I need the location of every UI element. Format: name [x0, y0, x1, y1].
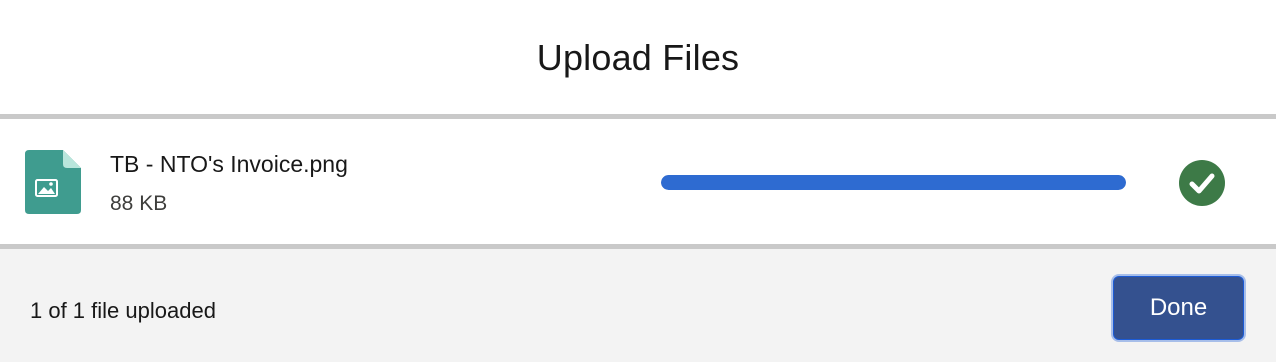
upload-progress-fill — [661, 175, 1126, 190]
upload-progress-bar — [661, 175, 1126, 190]
upload-files-modal: Upload Files TB - NTO's Invoice.png 88 K… — [0, 0, 1276, 362]
file-upload-row: TB - NTO's Invoice.png 88 KB — [0, 119, 1276, 244]
file-size: 88 KB — [110, 192, 168, 215]
modal-footer: 1 of 1 file uploaded Done — [0, 249, 1276, 362]
modal-title: Upload Files — [536, 37, 740, 78]
upload-status-text: 1 of 1 file uploaded — [30, 298, 216, 323]
file-name: TB - NTO's Invoice.png — [110, 151, 348, 177]
done-button[interactable]: Done — [1113, 276, 1244, 340]
image-file-icon — [25, 150, 81, 214]
success-check-icon — [1179, 160, 1225, 206]
modal-header: Upload Files — [0, 0, 1276, 114]
